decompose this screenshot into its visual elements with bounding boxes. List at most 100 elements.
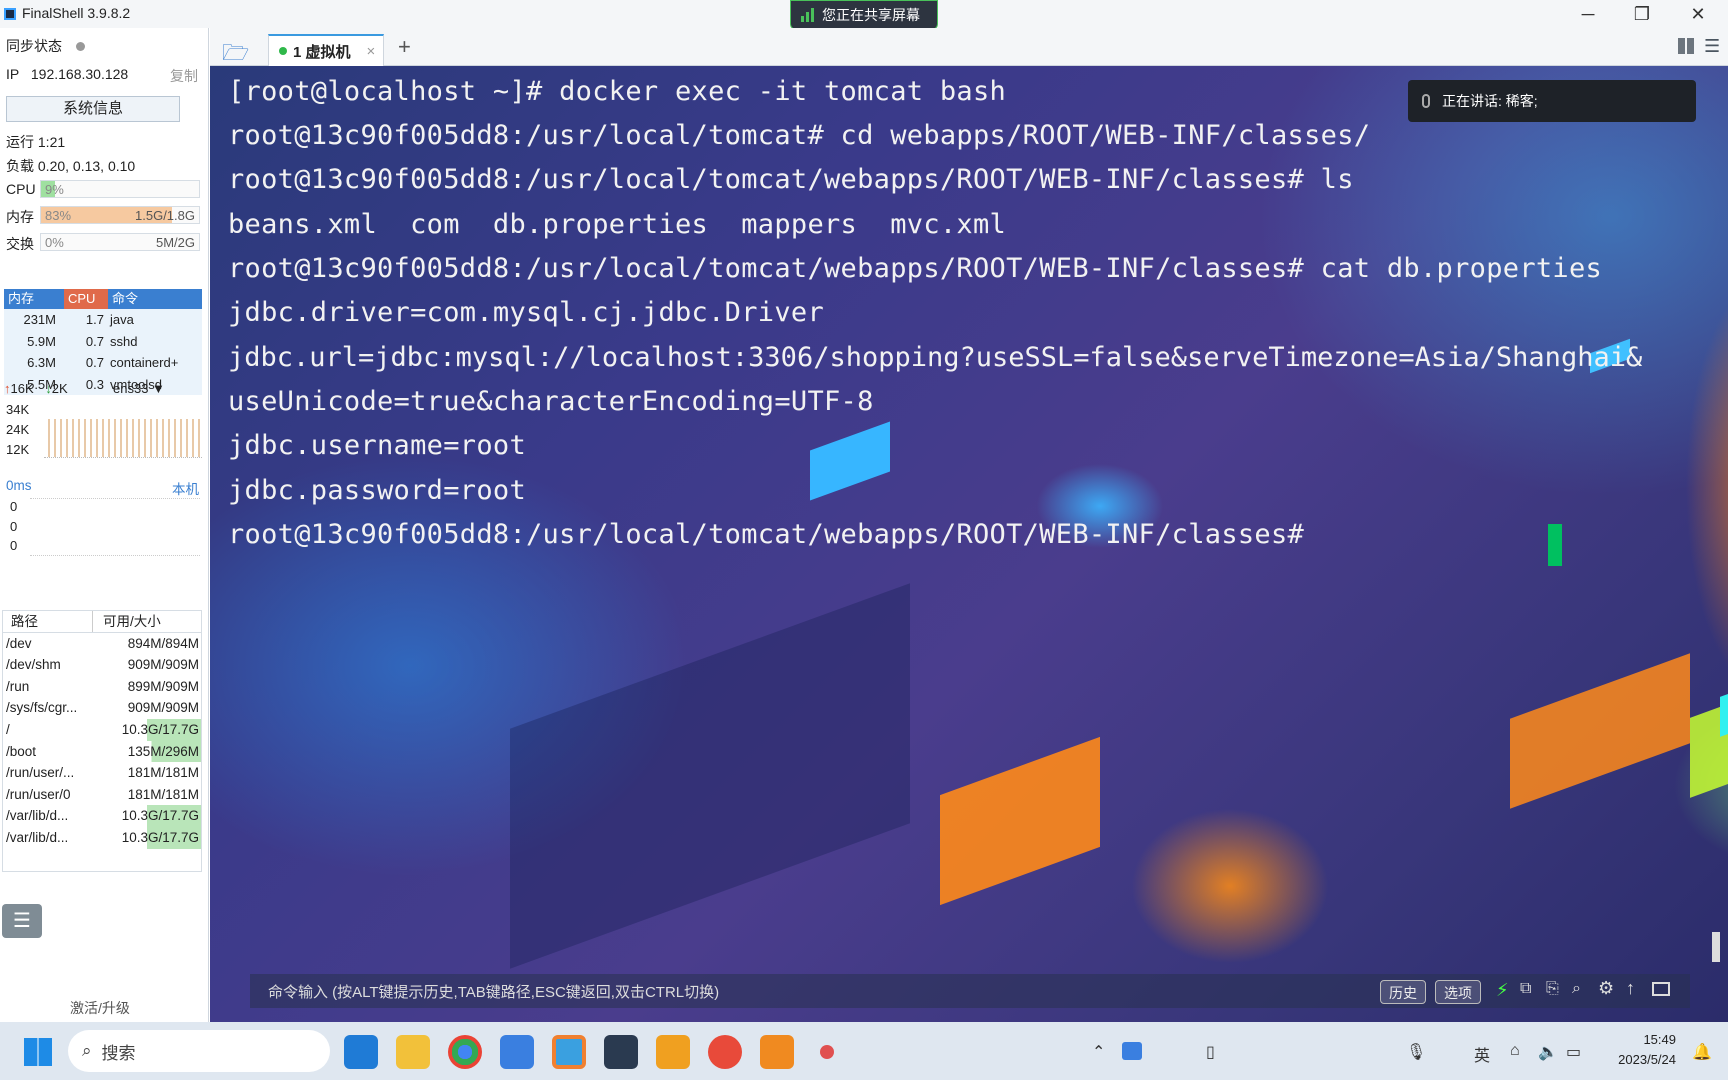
proc-cpu: 0.7: [85, 333, 104, 349]
fs-path: /run/user/...: [6, 765, 75, 781]
ip-row: IP 192.168.30.128: [6, 66, 128, 82]
search-icon: ⌕: [82, 1041, 92, 1060]
layout-grid-icon[interactable]: [1678, 38, 1696, 54]
copy-ip-button[interactable]: 复制: [170, 66, 198, 86]
app-title: FinalShell 3.9.8.2: [22, 5, 131, 21]
ime-indicator[interactable]: 英: [1474, 1042, 1490, 1066]
chrome-icon[interactable]: [448, 1035, 482, 1069]
taskbar-clock[interactable]: 15:49 2023/5/24: [1600, 1030, 1676, 1070]
swap-meter: 0% 5M/2G: [40, 233, 200, 251]
tongyi-icon[interactable]: [760, 1035, 794, 1069]
history-button[interactable]: 历史: [1380, 980, 1426, 1004]
menu-icon[interactable]: ☰: [1704, 36, 1720, 57]
fs-row[interactable]: /run/user/0 181M/181M: [3, 784, 201, 806]
chat-app-icon[interactable]: [708, 1035, 742, 1069]
dropdown-icon: ▼: [152, 381, 165, 396]
cpu-meter: 9%: [40, 180, 200, 198]
photos-icon[interactable]: [500, 1035, 534, 1069]
copy-icon[interactable]: ⧉: [1520, 980, 1531, 998]
volume-icon[interactable]: 🔈: [1538, 1042, 1558, 1062]
paste-icon[interactable]: ⎘: [1546, 980, 1559, 998]
show-hidden-icons-icon[interactable]: ⌃: [1092, 1042, 1105, 1062]
meeting-speaking-indicator: 正在讲话: 稀客;: [1408, 80, 1696, 122]
ping-value: 0: [10, 499, 18, 514]
tab-vm[interactable]: 1 虚拟机 ×: [268, 34, 384, 66]
screen-share-banner[interactable]: 您正在共享屏幕: [790, 0, 938, 30]
search-icon[interactable]: ⌕: [1572, 980, 1581, 998]
fs-header: 路径 可用/大小: [3, 611, 201, 633]
restore-button[interactable]: ❐: [1614, 0, 1670, 28]
scrollbar-thumb[interactable]: [1712, 932, 1720, 962]
col-mem[interactable]: 内存: [4, 289, 64, 309]
notification-icon[interactable]: 🔔: [1692, 1042, 1712, 1062]
terminal-line: root@13c90f005dd8:/usr/local/tomcat/weba…: [228, 253, 1603, 284]
fs-row[interactable]: /dev/shm 909M/909M: [3, 654, 201, 676]
remote-desktop-icon[interactable]: [552, 1035, 586, 1069]
fs-path: /boot: [6, 743, 37, 759]
microphone-tray-icon[interactable]: 🎙: [1406, 1042, 1426, 1062]
options-button[interactable]: 选项: [1435, 980, 1481, 1004]
gear-icon[interactable]: ⚙: [1598, 978, 1614, 999]
clock-date: 2023/5/24: [1618, 1052, 1676, 1067]
process-row[interactable]: 6.3M 0.7 containerd+: [4, 352, 202, 374]
minimize-button[interactable]: ─: [1560, 0, 1616, 28]
fs-row[interactable]: /var/lib/d... 10.3G/17.7G: [3, 805, 201, 827]
lightning-icon[interactable]: ⚡: [1496, 980, 1509, 1001]
col-command[interactable]: 命令: [108, 289, 202, 309]
add-tab-icon[interactable]: +: [398, 34, 411, 60]
wallpaper-tile: [1720, 675, 1728, 737]
command-input-hint: 命令输入 (按ALT键提示历史,TAB键路径,ESC键返回,双击CTRL切换): [268, 983, 720, 1001]
ip-value[interactable]: 192.168.30.128: [31, 66, 128, 82]
ping-value: 0: [10, 538, 18, 553]
fs-path: /var/lib/d...: [6, 829, 69, 845]
recording-icon[interactable]: [820, 1045, 834, 1059]
proc-cpu: 0.7: [85, 355, 104, 370]
fs-row[interactable]: /run/user/... 181M/181M: [3, 762, 201, 784]
uptime: 运行 1:21: [6, 134, 66, 150]
proc-mem: 6.3M: [27, 355, 56, 370]
sync-status: 同步状态: [6, 36, 85, 56]
tray-app-icon[interactable]: [1122, 1042, 1142, 1060]
fs-path: /run: [6, 678, 30, 694]
mem-label: 内存: [6, 209, 34, 225]
process-row[interactable]: 5.9M 0.7 sshd: [4, 331, 202, 353]
proc-mem: 231M: [23, 312, 56, 327]
network-icon[interactable]: ⌂: [1510, 1042, 1520, 1060]
finalshell-icon[interactable]: [604, 1035, 638, 1069]
fs-size: 10.3G/17.7G: [111, 826, 201, 849]
fs-col-path[interactable]: 路径: [3, 611, 93, 632]
terminal[interactable]: [root@localhost ~]# docker exec -it tomc…: [210, 66, 1728, 1022]
menu-list-icon[interactable]: ☰: [2, 904, 42, 938]
fs-row[interactable]: / 10.3G/17.7G: [3, 718, 201, 741]
cpu-percent: 9%: [45, 182, 64, 197]
sync-status-label: 同步状态: [6, 38, 62, 54]
arrow-up-icon[interactable]: ↑: [1626, 978, 1635, 999]
vscode-icon[interactable]: [344, 1035, 378, 1069]
col-cpu[interactable]: CPU: [64, 289, 108, 309]
fs-row[interactable]: /run 899M/909M: [3, 676, 201, 698]
fs-col-size[interactable]: 可用/大小: [93, 611, 201, 632]
close-window-button[interactable]: ✕: [1670, 0, 1726, 28]
battery-icon[interactable]: ▭: [1566, 1042, 1581, 1062]
file-explorer-icon[interactable]: [396, 1035, 430, 1069]
proc-cpu: 1.7: [85, 312, 104, 327]
terminal-line: [root@localhost ~]# docker exec -it tomc…: [228, 76, 1007, 107]
sublime-icon[interactable]: [656, 1035, 690, 1069]
fs-row[interactable]: /boot 135M/296M: [3, 740, 201, 763]
net-stats: ↑16K ↓2K: [4, 381, 68, 396]
terminal-line: useUnicode=true&characterEncoding=UTF-8: [228, 386, 874, 417]
activate-upgrade-link[interactable]: 激活/升级: [70, 998, 130, 1018]
fs-row[interactable]: /sys/fs/cgr... 909M/909M: [3, 697, 201, 719]
ping-host[interactable]: 本机: [172, 478, 199, 498]
system-info-button[interactable]: 系统信息: [6, 96, 180, 122]
maximize-panel-icon[interactable]: [1652, 982, 1670, 996]
net-tick: 12K: [6, 442, 30, 457]
windows-start-icon[interactable]: [24, 1038, 52, 1066]
usb-icon[interactable]: ▯: [1206, 1042, 1215, 1062]
taskbar-search[interactable]: ⌕ 搜索: [68, 1030, 330, 1072]
fs-row[interactable]: /dev 894M/894M: [3, 633, 201, 655]
fs-row[interactable]: /var/lib/d... 10.3G/17.7G: [3, 826, 201, 849]
tab-close-icon[interactable]: ×: [367, 43, 376, 60]
process-row[interactable]: 231M 1.7 java: [4, 309, 202, 331]
net-interface-select[interactable]: ens33 ▼: [113, 381, 165, 396]
